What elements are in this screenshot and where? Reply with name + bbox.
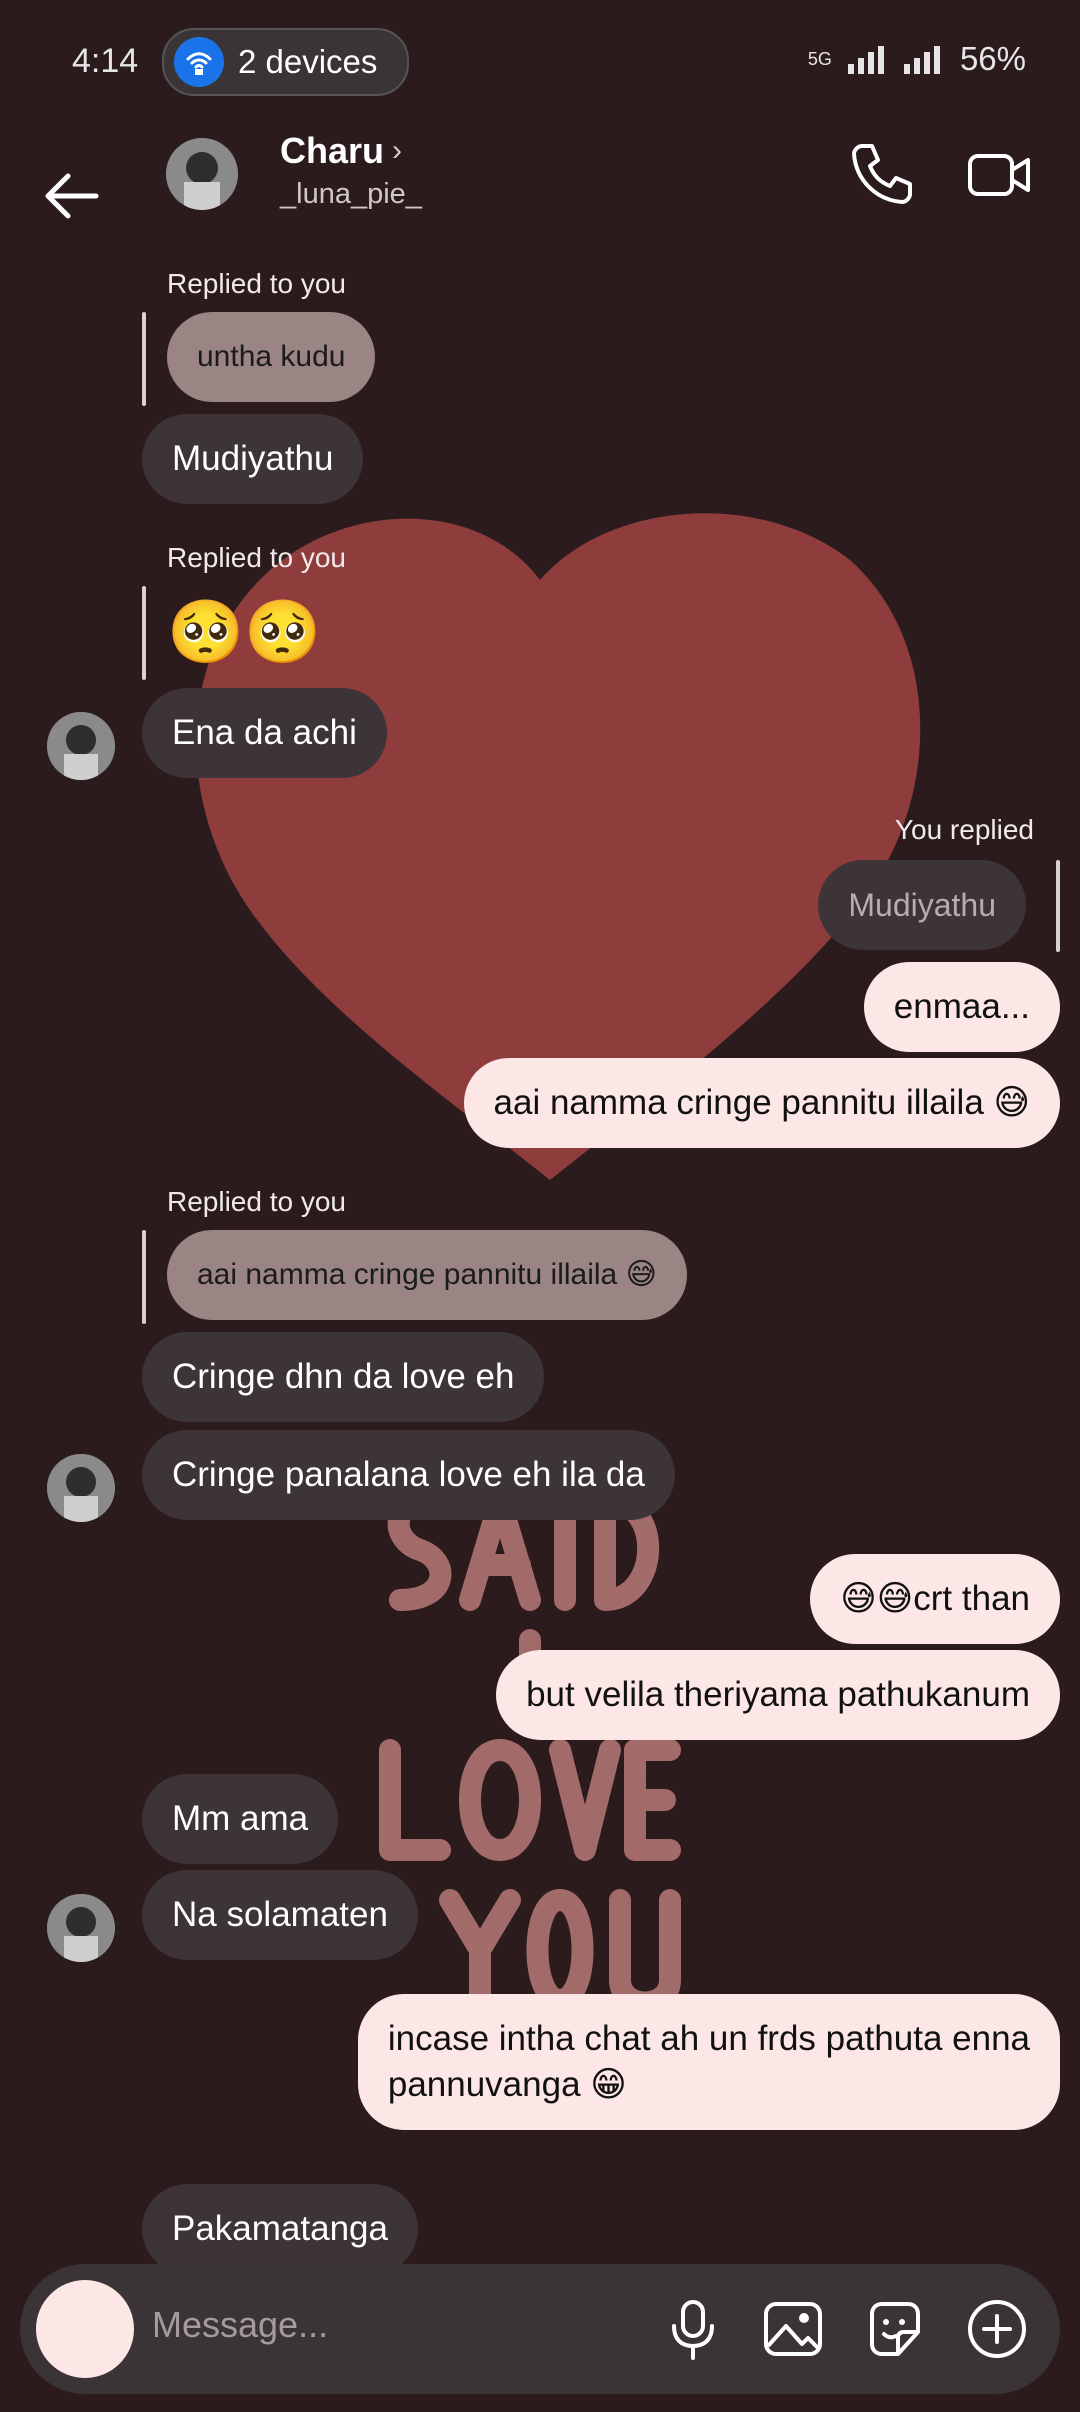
network-type: 5G xyxy=(807,48,832,69)
signal-icon xyxy=(847,46,884,74)
video-camera-icon[interactable] xyxy=(966,142,1032,208)
incoming-message[interactable]: Na solamaten xyxy=(142,1870,418,1960)
reply-indicator xyxy=(142,586,146,680)
sticker-icon[interactable] xyxy=(862,2296,928,2362)
chevron-right-icon[interactable]: › xyxy=(392,134,402,168)
reply-label: You replied xyxy=(894,814,1034,845)
status-bar: 4:14 2 devices 5G 56% xyxy=(0,0,1080,124)
incoming-message[interactable]: Cringe dhn da love eh xyxy=(142,1332,545,1422)
image-icon[interactable] xyxy=(760,2296,826,2362)
contact-username[interactable]: _luna_pie_ xyxy=(280,178,422,211)
message-input[interactable]: Message... xyxy=(152,2304,328,2346)
avatar[interactable] xyxy=(47,1454,115,1522)
said-i-love-you-artwork xyxy=(379,1489,681,2014)
incoming-message[interactable]: Mudiyathu xyxy=(142,414,364,504)
battery-percent: 56% xyxy=(959,40,1026,77)
reply-indicator xyxy=(142,1230,146,1324)
incoming-message[interactable]: Ena da achi xyxy=(142,688,387,778)
devices-label: 2 devices xyxy=(238,43,378,80)
reply-indicator xyxy=(1056,860,1060,952)
outgoing-message[interactable]: aai namma cringe pannitu illaila 😅 xyxy=(463,1058,1060,1148)
plus-circle-icon[interactable] xyxy=(964,2296,1030,2362)
wifi-hotspot-icon xyxy=(174,37,224,87)
reply-label: Replied to you xyxy=(167,1186,347,1217)
incoming-message[interactable]: Pakamatanga xyxy=(142,2184,418,2274)
connected-devices-chip[interactable]: 2 devices xyxy=(162,28,410,96)
message-line: incase intha chat ah un frds pathuta enn… xyxy=(387,2019,1030,2058)
outgoing-message[interactable]: enmaa... xyxy=(863,962,1060,1052)
outgoing-message[interactable]: 😅😅crt than xyxy=(810,1554,1060,1644)
message-line: pannuvanga 😁 xyxy=(387,2065,627,2104)
microphone-icon[interactable] xyxy=(660,2296,726,2362)
camera-button[interactable] xyxy=(36,2280,134,2378)
phone-icon[interactable] xyxy=(848,140,914,206)
quoted-message[interactable]: untha kudu xyxy=(167,312,376,402)
chat-header: Charu › _luna_pie_ xyxy=(0,124,1080,284)
outgoing-message[interactable]: incase intha chat ah un frds pathuta enn… xyxy=(357,1994,1060,2130)
status-time: 4:14 xyxy=(72,42,139,80)
reply-indicator xyxy=(142,312,146,406)
reply-label: Replied to you xyxy=(167,542,347,573)
quoted-message[interactable]: aai namma cringe pannitu illaila 😅 xyxy=(167,1230,687,1320)
avatar[interactable] xyxy=(166,138,238,210)
quoted-emoji-message[interactable]: 🥺🥺 xyxy=(167,598,321,668)
reply-label: Replied to you xyxy=(167,268,347,299)
outgoing-message[interactable]: but velila theriyama pathukanum xyxy=(496,1650,1060,1740)
incoming-message[interactable]: Cringe panalana love eh ila da xyxy=(142,1430,675,1520)
avatar[interactable] xyxy=(47,1894,115,1962)
status-indicators: 5G 56% xyxy=(808,40,1026,78)
contact-name[interactable]: Charu xyxy=(280,130,384,172)
signal-icon-2 xyxy=(903,46,940,74)
avatar[interactable] xyxy=(47,712,115,780)
message-composer: Message... xyxy=(20,2264,1060,2394)
back-arrow-icon[interactable] xyxy=(40,164,104,228)
quoted-message[interactable]: Mudiyathu xyxy=(818,860,1026,950)
incoming-message[interactable]: Mm ama xyxy=(142,1774,339,1864)
